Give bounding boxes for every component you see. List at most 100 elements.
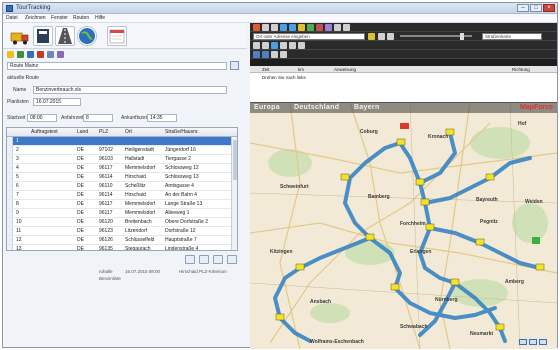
dir-col-km[interactable]: km [298, 67, 304, 72]
print-button[interactable] [185, 255, 195, 264]
delete-icon[interactable] [37, 51, 44, 58]
pin-icon[interactable] [387, 33, 394, 40]
share-icon[interactable] [280, 51, 287, 58]
rotate-icon[interactable] [262, 42, 269, 49]
dir-col-direction[interactable]: Richtung [512, 67, 530, 72]
back-icon[interactable] [262, 24, 269, 31]
bookmark-icon[interactable] [298, 42, 305, 49]
map-canvas[interactable]: Coburg Kronach Hof Bamberg Erlangen Nürn… [250, 103, 557, 349]
row-selector[interactable] [7, 155, 13, 163]
layers-icon[interactable] [298, 24, 305, 31]
zoom-out-icon[interactable] [289, 24, 296, 31]
table-row[interactable]: 9 DE 96117 Memmelsdorf Alleeweg 1 [7, 209, 233, 218]
direction-row[interactable]: Drehen Sie nach links [262, 75, 306, 80]
stop-icon[interactable] [316, 24, 323, 31]
menu-fenster[interactable]: Fenster [51, 15, 68, 21]
map-view-button-1[interactable] [519, 339, 527, 345]
map-view-button-2[interactable] [529, 339, 537, 345]
menu-datei[interactable]: Datei [6, 15, 18, 21]
truck-icon[interactable] [9, 26, 29, 46]
forward-icon[interactable] [271, 24, 278, 31]
info-icon[interactable] [289, 42, 296, 49]
settings-icon[interactable] [57, 51, 64, 58]
end-time-field[interactable]: 14:35 [147, 114, 177, 122]
route-list-icon[interactable] [262, 51, 269, 58]
table-row[interactable]: 12 DE 96126 Schlüsselfeld Hauptstraße 7 [7, 236, 233, 245]
table-row[interactable]: 4 DE 96117 Memmelsdorf Schlossweg 12 [7, 164, 233, 173]
menu-routen[interactable]: Routen [73, 15, 89, 21]
close-button[interactable]: × [543, 4, 555, 12]
list-icon[interactable] [253, 51, 260, 58]
dir-col-time[interactable]: Zeit [262, 67, 270, 72]
menu-hilfe[interactable]: Hilfe [95, 15, 105, 21]
zoom-in-icon[interactable] [280, 24, 287, 31]
table-row[interactable]: 13 DE 96135 Stegaurach Lindenstraße 4 [7, 245, 233, 250]
add-stop-icon[interactable] [17, 51, 24, 58]
row-selector[interactable] [7, 200, 13, 208]
table-row[interactable]: 1 [7, 137, 233, 146]
table-row[interactable]: 6 DE 96110 Scheßlitz Amtsgasse 4 [7, 182, 233, 191]
row-selector[interactable] [7, 191, 13, 199]
route-pick-button[interactable] [230, 61, 239, 70]
zoom-slider-thumb[interactable] [460, 33, 464, 40]
search-icon[interactable] [368, 33, 375, 40]
road-icon[interactable] [55, 26, 75, 46]
grid-icon[interactable] [280, 42, 287, 49]
refresh-icon[interactable] [47, 51, 54, 58]
select-icon[interactable] [343, 24, 350, 31]
locate-icon[interactable] [378, 33, 385, 40]
minimize-button[interactable]: – [517, 4, 529, 12]
row-selector[interactable] [7, 245, 13, 250]
crumb-bayern[interactable]: Bayern [354, 104, 380, 111]
map-search-input[interactable]: Ort oder Adresse eingeben [253, 33, 365, 40]
table-row[interactable]: 3 DE 96103 Hallstadt Tiergasse 2 [7, 155, 233, 164]
route-calc-icon[interactable] [307, 24, 314, 31]
row-selector[interactable] [7, 164, 13, 172]
table-row[interactable]: 8 DE 96117 Memmelsdorf Lange Straße 13 [7, 200, 233, 209]
table-scrollbar[interactable] [231, 137, 237, 250]
col-auftrag[interactable]: Auftragstext [31, 129, 58, 135]
route-name-field[interactable]: Route Mainz [7, 62, 227, 70]
col-land[interactable]: Land [77, 129, 88, 135]
table-row[interactable]: 2 DE 97102 Heiligenstadt Jüngerdorf 16 [7, 146, 233, 155]
row-selector[interactable] [7, 227, 13, 235]
row-selector[interactable] [7, 146, 13, 154]
row-selector[interactable] [7, 137, 13, 145]
name-field[interactable]: Benzinverbrauch.xls [33, 86, 227, 94]
col-strasse[interactable]: Straße/Hausnr. [165, 129, 199, 135]
home-icon[interactable] [253, 24, 260, 31]
col-ort[interactable]: Ort [125, 129, 132, 135]
traffic-icon[interactable] [271, 42, 278, 49]
table-row[interactable]: 7 DE 96114 Hirschaid An der Bahn 4 [7, 191, 233, 200]
scroll-thumb[interactable] [233, 140, 237, 180]
row-selector[interactable] [7, 182, 13, 190]
maximize-button[interactable]: □ [530, 4, 542, 12]
layer-select[interactable]: Straßenkarte [482, 33, 542, 40]
table-row[interactable]: 10 DE 96120 Breitenbach Obere Dorfstraße 2 [7, 218, 233, 227]
row-selector[interactable] [7, 236, 13, 244]
pan-icon[interactable] [253, 42, 260, 49]
menu-zeichnen[interactable]: Zeichnen [25, 15, 46, 21]
export-map-icon[interactable] [271, 51, 278, 58]
print-map-icon[interactable] [325, 24, 332, 31]
map-view-button-3[interactable] [539, 339, 547, 345]
dir-col-instruction[interactable]: Anweisung [334, 67, 356, 72]
measure-icon[interactable] [334, 24, 341, 31]
row-selector[interactable] [7, 173, 13, 181]
table-row[interactable]: 5 DE 96114 Hirschaid Schlossweg 13 [7, 173, 233, 182]
move-down-button[interactable] [213, 255, 223, 264]
row-selector[interactable] [7, 209, 13, 217]
globe-icon[interactable] [77, 26, 97, 46]
row-selector[interactable] [7, 218, 13, 226]
new-route-icon[interactable] [7, 51, 14, 58]
col-plz[interactable]: PLZ [99, 129, 108, 135]
calendar-icon[interactable] [107, 26, 127, 46]
table-row[interactable]: 11 DE 96123 Litzendorf Dorfstraße 12 [7, 227, 233, 236]
date-field[interactable]: 16.07.2015 [33, 98, 81, 106]
move-up-button[interactable] [199, 255, 209, 264]
stops-field[interactable]: 8 [83, 114, 113, 122]
crumb-deutschland[interactable]: Deutschland [294, 104, 339, 111]
book-icon[interactable] [33, 26, 53, 46]
export-button[interactable] [227, 255, 237, 264]
crumb-europa[interactable]: Europa [254, 104, 280, 111]
